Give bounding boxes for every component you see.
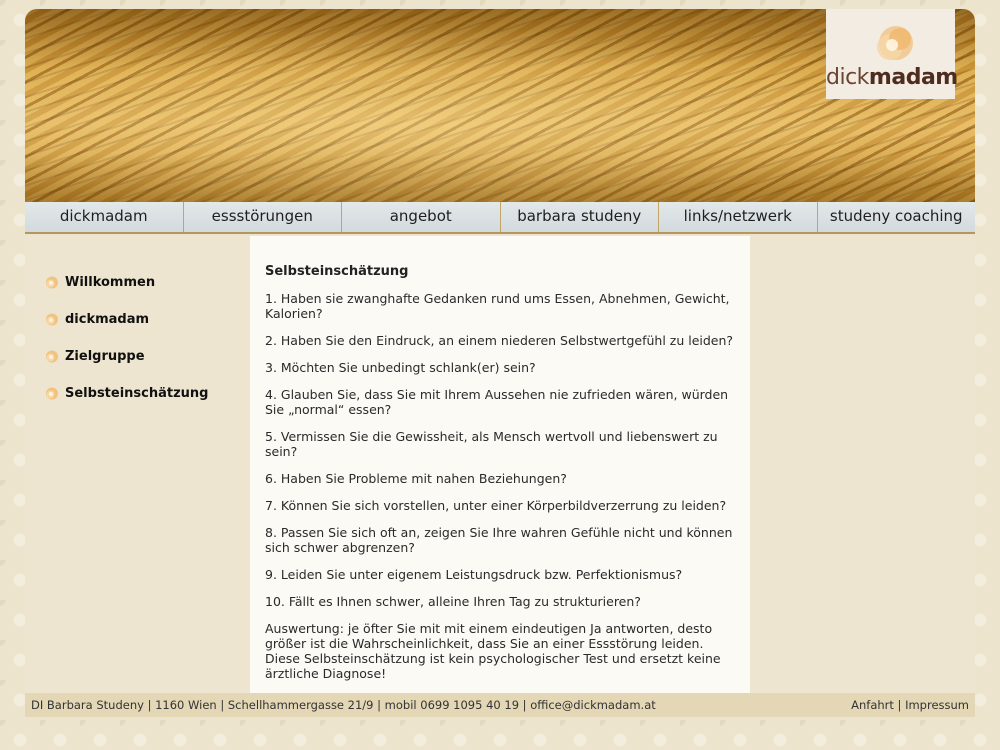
evaluation-text: Auswertung: je öfter Sie mit mit einem e… <box>265 621 721 681</box>
flower-bullet-icon <box>44 312 59 327</box>
sidebar-item-label: Selbsteinschätzung <box>65 386 209 401</box>
question-1: 1. Haben sie zwanghafte Gedanken rund um… <box>265 291 730 321</box>
question-8: 8. Passen Sie sich oft an, zeigen Sie Ih… <box>265 525 733 555</box>
main-area: Willkommen dickmadam Zielgruppe Selbstei… <box>25 236 975 693</box>
question-5: 5. Vermissen Sie die Gewissheit, als Men… <box>265 429 718 459</box>
sidebar-item-label: Willkommen <box>65 275 156 290</box>
question-6: 6. Haben Sie Probleme mit nahen Beziehun… <box>265 471 567 486</box>
footer: DI Barbara Studeny | 1160 Wien | Schellh… <box>25 693 975 717</box>
nav-item-dickmadam[interactable]: dickmadam <box>25 202 184 232</box>
nav-item-barbara-studeny[interactable]: barbara studeny <box>500 202 659 232</box>
question-7: 7. Können Sie sich vorstellen, unter ein… <box>265 498 727 513</box>
anfahrt-link[interactable]: Anfahrt <box>851 698 894 712</box>
footer-links: Anfahrt | Impressum <box>851 693 969 717</box>
flower-bullet-icon <box>44 275 59 290</box>
page-wrapper: dickmadam dickmadam essstörungen angebot… <box>25 9 975 717</box>
sidebar-item-zielgruppe[interactable]: Zielgruppe <box>25 338 250 375</box>
flower-bullet-icon <box>44 349 59 364</box>
question-9: 9. Leiden Sie unter eigenem Leistungsdru… <box>265 567 683 582</box>
content-panel: Selbsteinschätzung 1. Haben sie zwanghaf… <box>250 236 750 693</box>
sidebar-item-selbsteinschaetzung[interactable]: Selbsteinschätzung <box>25 375 250 412</box>
sidebar-item-label: dickmadam <box>65 312 150 327</box>
impressum-link[interactable]: Impressum <box>905 698 969 712</box>
right-column <box>750 236 975 693</box>
page-title: Selbsteinschätzung <box>265 264 409 279</box>
question-4: 4. Glauben Sie, dass Sie mit Ihrem Ausse… <box>265 387 729 417</box>
sidebar-item-willkommen[interactable]: Willkommen <box>25 264 250 301</box>
nav-item-angebot[interactable]: angebot <box>342 202 501 232</box>
nav-item-links-netzwerk[interactable]: links/netzwerk <box>659 202 818 232</box>
logo-wordmark: dickmadam <box>826 65 958 90</box>
sidebar-item-label: Zielgruppe <box>65 349 145 364</box>
question-2: 2. Haben Sie den Eindruck, an einem nied… <box>265 333 734 348</box>
nav-item-studeny-coaching[interactable]: studeny coaching <box>817 202 975 232</box>
sidebar-menu: Willkommen dickmadam Zielgruppe Selbstei… <box>25 236 250 693</box>
flower-bullet-icon <box>44 386 59 401</box>
question-3: 3. Möchten Sie unbedingt schlank(er) sei… <box>265 360 536 375</box>
header-banner-sand-dunes: dickmadam <box>25 9 975 202</box>
footer-link-separator: | <box>897 698 902 712</box>
footer-address: DI Barbara Studeny | 1160 Wien | Schellh… <box>31 698 656 712</box>
question-10: 10. Fällt es Ihnen schwer, alleine Ihren… <box>265 594 641 609</box>
main-navigation: dickmadam essstörungen angebot barbara s… <box>25 202 975 234</box>
logo-flower-icon <box>877 26 913 60</box>
logo[interactable]: dickmadam <box>826 9 958 99</box>
nav-item-essstoerungen[interactable]: essstörungen <box>183 202 342 232</box>
sidebar-item-dickmadam[interactable]: dickmadam <box>25 301 250 338</box>
